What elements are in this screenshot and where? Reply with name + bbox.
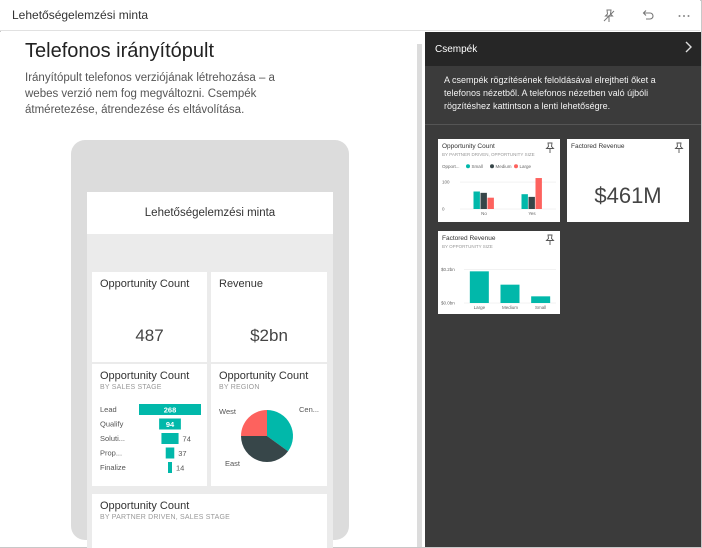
funnel-bar [168, 462, 172, 473]
legend-label: Large [520, 164, 532, 169]
page-description: Irányítópult telefonos verziójának létre… [25, 72, 275, 116]
phone-dashboard-title: Lehetőségelemzési minta [87, 192, 333, 234]
tile-title: Factored Revenue [571, 143, 625, 150]
pin-icon[interactable] [544, 142, 556, 154]
tiles-panel: Csempék A csempék rögzítésének feloldásá… [425, 32, 701, 547]
phone-tile-opportunity-by-stage[interactable]: Opportunity Count BY SALES STAGE Lead 268… [92, 364, 207, 486]
legend-label: Small [472, 164, 483, 169]
pie-chart: West Cen... East [219, 405, 319, 468]
phone-tile-opportunity-by-partner[interactable]: Opportunity Count BY PARTNER DRIVEN, SAL… [92, 494, 327, 548]
bar [469, 271, 489, 303]
scrollbar[interactable] [417, 44, 422, 547]
unpinned-tile-factored-revenue-by-size[interactable]: Factored Revenue BY OPPORTUNITY SIZE $0.… [438, 231, 560, 314]
y-tick-label: 0 [442, 207, 445, 212]
funnel-value-label: 268 [164, 406, 177, 415]
grouped-bar-chart: Opport... Small Medium Large 100 0 No Yes [442, 164, 556, 216]
pin-icon[interactable] [673, 142, 685, 154]
x-tick-label: Large [474, 305, 486, 310]
tile-value: $2bn [250, 326, 288, 345]
bar [521, 194, 528, 209]
phone-screen: Lehetőségelemzési minta Opportunity Coun… [87, 192, 333, 548]
tiles-panel-title: Csempék [435, 44, 478, 55]
pin-icon[interactable] [544, 234, 556, 246]
tile-subtitle: BY OPPORTUNITY SIZE [442, 244, 493, 249]
pie-label: West [219, 407, 237, 416]
phone-tile-revenue[interactable]: Revenue $2bn [211, 272, 327, 362]
y-tick-label: $0.0bn [441, 301, 455, 306]
legend-label: Medium [496, 164, 512, 169]
bar [500, 284, 520, 303]
funnel-stage-label: Soluti... [100, 434, 125, 443]
funnel-stage-label: Qualify [100, 420, 124, 429]
legend-marker [490, 164, 494, 169]
bar [480, 192, 487, 209]
funnel-value-label: 14 [176, 464, 184, 473]
legend-marker [514, 164, 518, 169]
funnel-value-label: 94 [166, 420, 175, 429]
funnel-stage-label: Lead [100, 405, 117, 414]
funnel-chart: Lead 268 Qualify 94 Soluti... 74 Prop... 37 Fina… [100, 404, 201, 473]
page-heading: Telefonos irányítópult [25, 40, 215, 62]
x-tick-label: No [481, 211, 487, 216]
tiles-panel-header: Csempék [425, 32, 701, 66]
tile-value: 487 [135, 326, 164, 345]
funnel-value-label: 74 [183, 435, 191, 444]
tile-title: Opportunity Count [100, 278, 190, 290]
window-title: Lehetőségelemzési minta [12, 8, 149, 22]
divider [425, 124, 701, 125]
unpin-icon[interactable] [598, 5, 620, 27]
tile-title: Opportunity Count [442, 143, 495, 150]
y-tick-label: $0.2bn [441, 267, 455, 272]
pie-label: East [225, 459, 241, 468]
pie-label: Cen... [299, 405, 319, 414]
tile-title: Opportunity Count [219, 370, 309, 382]
tile-subtitle: BY PARTNER DRIVEN, OPPORTUNITY SIZE [442, 152, 535, 157]
y-tick-label: 100 [442, 180, 450, 185]
unpinned-tile-factored-revenue[interactable]: Factored Revenue $461M [567, 139, 689, 222]
funnel-stage-label: Prop... [100, 449, 122, 458]
tile-subtitle: BY SALES STAGE [100, 384, 162, 391]
chevron-right-icon[interactable] [683, 40, 693, 57]
tile-value: $461M [594, 183, 662, 208]
funnel-stage-label: Finalize [100, 463, 126, 472]
unpinned-tile-opportunity-count[interactable]: Opportunity Count BY PARTNER DRIVEN, OPP… [438, 139, 560, 222]
x-tick-label: Medium [502, 305, 518, 310]
funnel-bar [161, 433, 179, 444]
tile-subtitle: BY REGION [219, 384, 260, 391]
bar [535, 178, 542, 209]
bar [531, 296, 551, 303]
tile-title: Opportunity Count [100, 370, 190, 382]
undo-icon[interactable] [636, 5, 658, 27]
bar [487, 197, 494, 209]
pie-slice [241, 410, 267, 436]
bar [473, 191, 480, 209]
funnel-value-label: 37 [178, 449, 186, 458]
phone-tile-opportunity-by-region[interactable]: Opportunity Count BY REGION West Cen... Ea… [211, 364, 327, 486]
bar [528, 196, 535, 209]
phone-tile-opportunity-count[interactable]: Opportunity Count 487 [92, 272, 207, 362]
legend-marker [466, 164, 470, 169]
funnel-bar [165, 447, 175, 459]
tile-subtitle: BY PARTNER DRIVEN, SALES STAGE [100, 514, 230, 521]
more-options-icon[interactable] [673, 5, 695, 27]
x-tick-label: Small [535, 305, 546, 310]
legend-title: Opport... [442, 164, 460, 169]
title-bar: Lehetőségelemzési minta [0, 0, 700, 31]
x-tick-label: Yes [528, 211, 536, 216]
tile-title: Opportunity Count [100, 500, 190, 512]
factored-revenue-bar-chart: $0.2bn $0.0bn Large Medium Small [441, 267, 556, 310]
tiles-panel-info: A csempék rögzítésének feloldásával elre… [444, 75, 656, 111]
tile-title: Factored Revenue [442, 235, 496, 242]
tile-title: Revenue [219, 278, 264, 290]
